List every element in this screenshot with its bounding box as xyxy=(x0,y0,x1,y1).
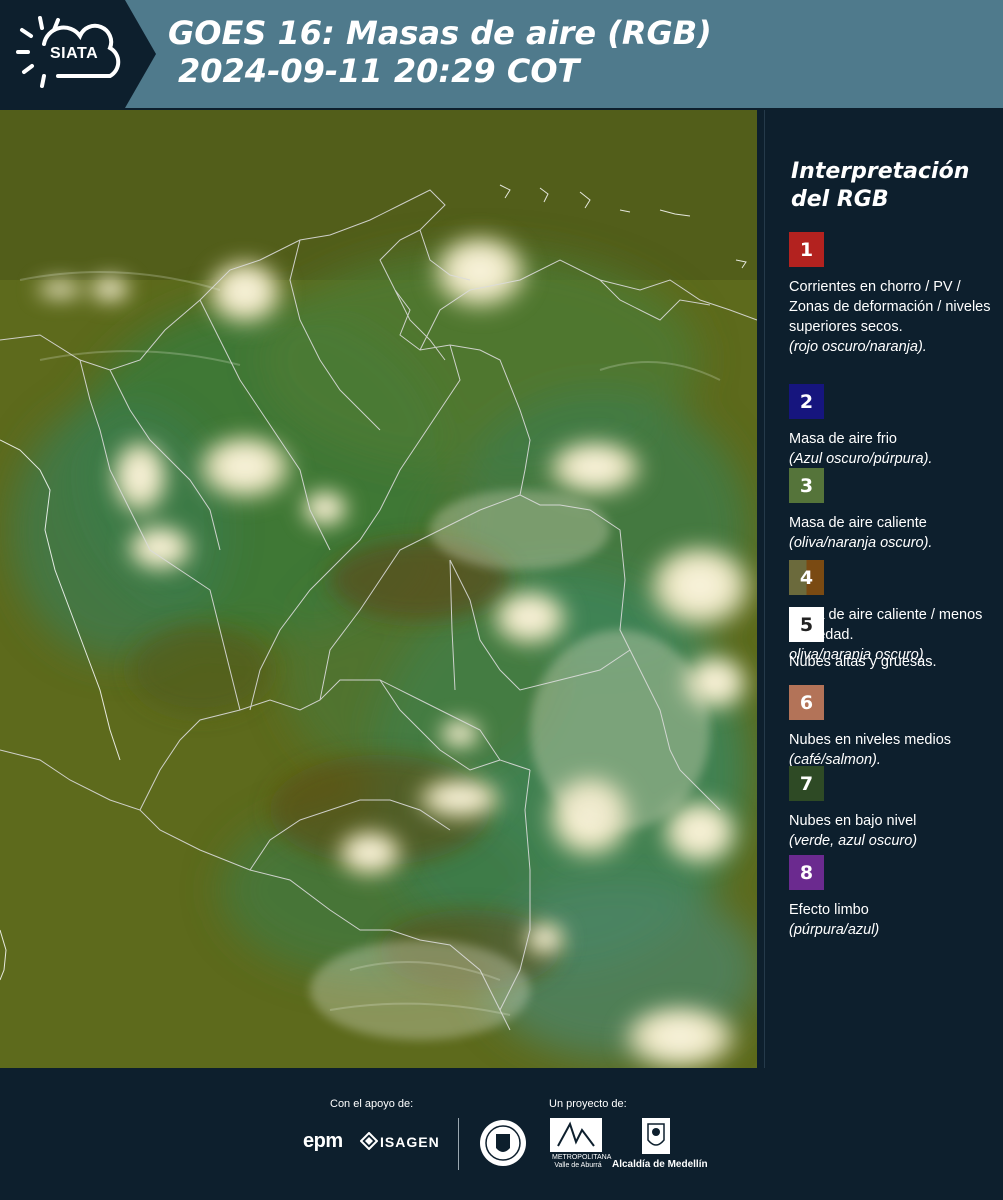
legend-note: (verde, azul oscuro) xyxy=(789,833,918,849)
legend-swatch: 1 xyxy=(789,232,824,267)
legend-item-3: 3 Masa de aire caliente (oliva/naranja osc… xyxy=(789,468,994,553)
footer-divider xyxy=(458,1118,459,1170)
title-timestamp: 2024-09-11 20:29 COT xyxy=(178,52,580,90)
legend-text: Corrientes en chorro / PV / Zonas de def… xyxy=(789,279,991,335)
legend-text: Masa de aire frio xyxy=(789,431,897,447)
legend-panel: Interpretación del RGB 1 Corrientes en ch… xyxy=(764,110,1003,1068)
project-label: Un proyecto de: xyxy=(549,1098,627,1110)
legend-item-1: 1 Corrientes en chorro / PV / Zonas de de… xyxy=(789,232,994,357)
legend-description: Nubes en niveles medios (café/salmon). xyxy=(789,730,994,770)
legend-title-line2: del RGB xyxy=(791,187,889,212)
legend-description: Corrientes en chorro / PV / Zonas de def… xyxy=(789,277,994,357)
legend-item-5: 5 Nubes altas y gruesas. xyxy=(789,607,994,672)
title-product: GOES 16: Masas de aire (RGB) xyxy=(168,14,712,52)
legend-item-6: 6 Nubes en niveles medios (café/salmon). xyxy=(789,685,994,770)
legend-title-line1: Interpretación xyxy=(791,159,970,184)
isagen-logo-icon xyxy=(360,1132,378,1150)
legend-note: (oliva/naranja oscuro). xyxy=(789,535,933,551)
legend-swatch: 2 xyxy=(789,384,824,419)
legend-swatch: 7 xyxy=(789,766,824,801)
legend-description: Masa de aire caliente (oliva/naranja oscu… xyxy=(789,513,994,553)
legend-swatch: 6 xyxy=(789,685,824,720)
legend-item-8: 8 Efecto limbo (púrpura/azul) xyxy=(789,855,994,940)
medellin-seal-icon xyxy=(480,1120,526,1166)
legend-note: (púrpura/azul) xyxy=(789,922,880,938)
legend-item-2: 2 Masa de aire frio (Azul oscuro/púrpura). xyxy=(789,384,994,469)
logo-text: SIATA xyxy=(50,45,99,62)
legend-item-7: 7 Nubes en bajo nivel (verde, azul oscuro) xyxy=(789,766,994,851)
legend-text: Nubes en bajo nivel xyxy=(789,813,917,829)
legend-description: Efecto limbo (púrpura/azul) xyxy=(789,900,994,940)
legend-description: Nubes en bajo nivel (verde, azul oscuro) xyxy=(789,811,994,851)
legend-title: Interpretación del RGB xyxy=(791,158,969,214)
footer: Con el apoyo de: Un proyecto de: epm ISA… xyxy=(0,1068,1003,1200)
epm-logo: epm xyxy=(303,1130,343,1152)
legend-note: (rojo oscuro/naranja). xyxy=(789,339,927,355)
satellite-image xyxy=(0,110,757,1068)
legend-swatch: 8 xyxy=(789,855,824,890)
siata-logo: SIATA xyxy=(0,0,156,108)
area-metropolitana-logo-icon xyxy=(550,1118,602,1152)
legend-swatch: 5 xyxy=(789,607,824,642)
page-title: GOES 16: Masas de aire (RGB) 2024-09-11 … xyxy=(168,14,712,90)
alcaldia-label: Alcaldía de Medellín xyxy=(612,1159,708,1170)
legend-text: Masa de aire caliente xyxy=(789,515,927,531)
alcaldia-shield-icon xyxy=(642,1118,670,1154)
legend-text: Nubes altas y gruesas. xyxy=(789,654,937,670)
legend-swatch: 4 xyxy=(789,560,824,595)
legend-text: Nubes en niveles medios xyxy=(789,732,952,748)
metro-label: METROPOLITANA Valle de Aburrá xyxy=(552,1154,612,1169)
support-label: Con el apoyo de: xyxy=(330,1098,414,1110)
legend-description: Nubes altas y gruesas. xyxy=(789,652,994,672)
legend-text: Efecto limbo xyxy=(789,902,869,918)
legend-description: Masa de aire frio (Azul oscuro/púrpura). xyxy=(789,429,994,469)
isagen-logo: ISAGEN xyxy=(380,1134,440,1150)
header-bar: SIATA GOES 16: Masas de aire (RGB) 2024-… xyxy=(0,0,1003,108)
legend-note: (Azul oscuro/púrpura). xyxy=(789,451,933,467)
satellite-map xyxy=(0,110,757,1068)
legend-swatch: 3 xyxy=(789,468,824,503)
